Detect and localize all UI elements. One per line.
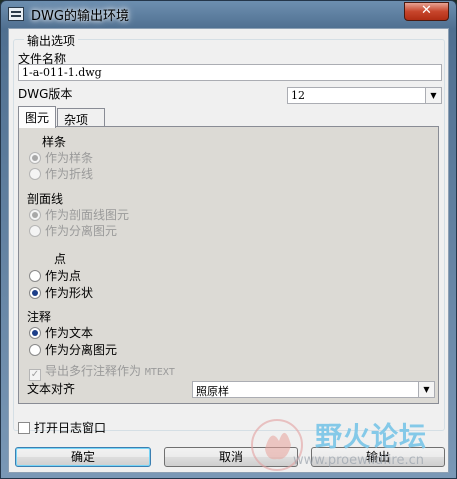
tab-entities[interactable]: 图元: [18, 106, 56, 128]
spline-as-polyline-radio[interactable]: 作为折线: [29, 165, 93, 181]
radio-icon[interactable]: [29, 344, 41, 356]
hatch-as-separate-radio[interactable]: 作为分离图元: [29, 222, 117, 238]
export-multiline-label: 导出多行注释作为: [45, 364, 142, 378]
radio-icon[interactable]: [29, 327, 41, 339]
hatch-as-hatch-radio[interactable]: 作为剖面线图元: [29, 206, 129, 222]
radio-icon[interactable]: [29, 152, 41, 164]
spline-heading: 样条: [42, 135, 67, 149]
annotation-as-separate-radio[interactable]: 作为分离图元: [29, 341, 117, 357]
export-multiline-checkbox[interactable]: ✓ 导出多行注释作为 MTEXT: [29, 362, 175, 381]
open-log-checkbox[interactable]: 打开日志窗口: [18, 419, 106, 435]
hatch-heading: 剖面线: [27, 192, 64, 206]
export-multiline-suffix: MTEXT: [144, 367, 175, 378]
point-as-point-label: 作为点: [45, 269, 82, 283]
checkbox-icon[interactable]: [18, 422, 30, 434]
text-align-select[interactable]: 照原样 ▼: [192, 381, 435, 398]
close-button[interactable]: ✕: [404, 2, 449, 21]
window-title: DWG的输出环境: [31, 9, 129, 24]
text-align-value: 照原样: [196, 385, 229, 398]
dwg-version-value: 12: [291, 89, 305, 102]
app-icon[interactable]: [8, 7, 24, 21]
output-options-legend: 输出选项: [24, 32, 79, 49]
open-log-label: 打开日志窗口: [34, 421, 107, 435]
spline-as-spline-label: 作为样条: [45, 151, 94, 165]
radio-icon[interactable]: [29, 270, 41, 282]
dialog-client-area: 输出选项 文件名称 1-a-011-1.dwg DWG版本 12 ▼ 图元 杂项…: [8, 28, 449, 473]
export-button[interactable]: 输出: [311, 447, 445, 467]
cancel-button[interactable]: 取消: [164, 447, 298, 467]
dwg-version-label: DWG版本: [18, 87, 73, 101]
radio-icon[interactable]: [29, 225, 41, 237]
radio-icon[interactable]: [29, 168, 41, 180]
spline-as-polyline-label: 作为折线: [45, 167, 94, 181]
hatch-as-hatch-label: 作为剖面线图元: [45, 208, 130, 222]
dwg-version-select[interactable]: 12 ▼: [287, 87, 442, 104]
dialog-window: DWG的输出环境 ✕ 输出选项 文件名称 1-a-011-1.dwg DWG版本…: [0, 0, 457, 479]
point-as-point-radio[interactable]: 作为点: [29, 267, 81, 283]
spline-as-spline-radio[interactable]: 作为样条: [29, 149, 93, 165]
title-bar[interactable]: DWG的输出环境 ✕: [1, 1, 456, 27]
entities-tab-panel: 样条 作为样条 作为折线 剖面线 作为剖面线图元 作为分离图元 点 作为点 作为…: [18, 126, 439, 404]
filename-input[interactable]: 1-a-011-1.dwg: [18, 64, 442, 81]
annotation-as-text-radio[interactable]: 作为文本: [29, 324, 93, 340]
annotation-heading: 注释: [27, 310, 52, 324]
chevron-down-icon[interactable]: ▼: [418, 382, 434, 397]
radio-icon[interactable]: [29, 209, 41, 221]
point-heading: 点: [54, 252, 67, 266]
ok-button[interactable]: 确定: [15, 447, 151, 467]
point-as-shape-label: 作为形状: [45, 286, 94, 300]
point-as-shape-radio[interactable]: 作为形状: [29, 284, 93, 300]
annotation-as-separate-label: 作为分离图元: [45, 343, 118, 357]
hatch-as-separate-label: 作为分离图元: [45, 224, 118, 238]
chevron-down-icon[interactable]: ▼: [425, 88, 441, 103]
radio-icon[interactable]: [29, 287, 41, 299]
text-align-label: 文本对齐: [27, 382, 76, 396]
annotation-as-text-label: 作为文本: [45, 326, 94, 340]
